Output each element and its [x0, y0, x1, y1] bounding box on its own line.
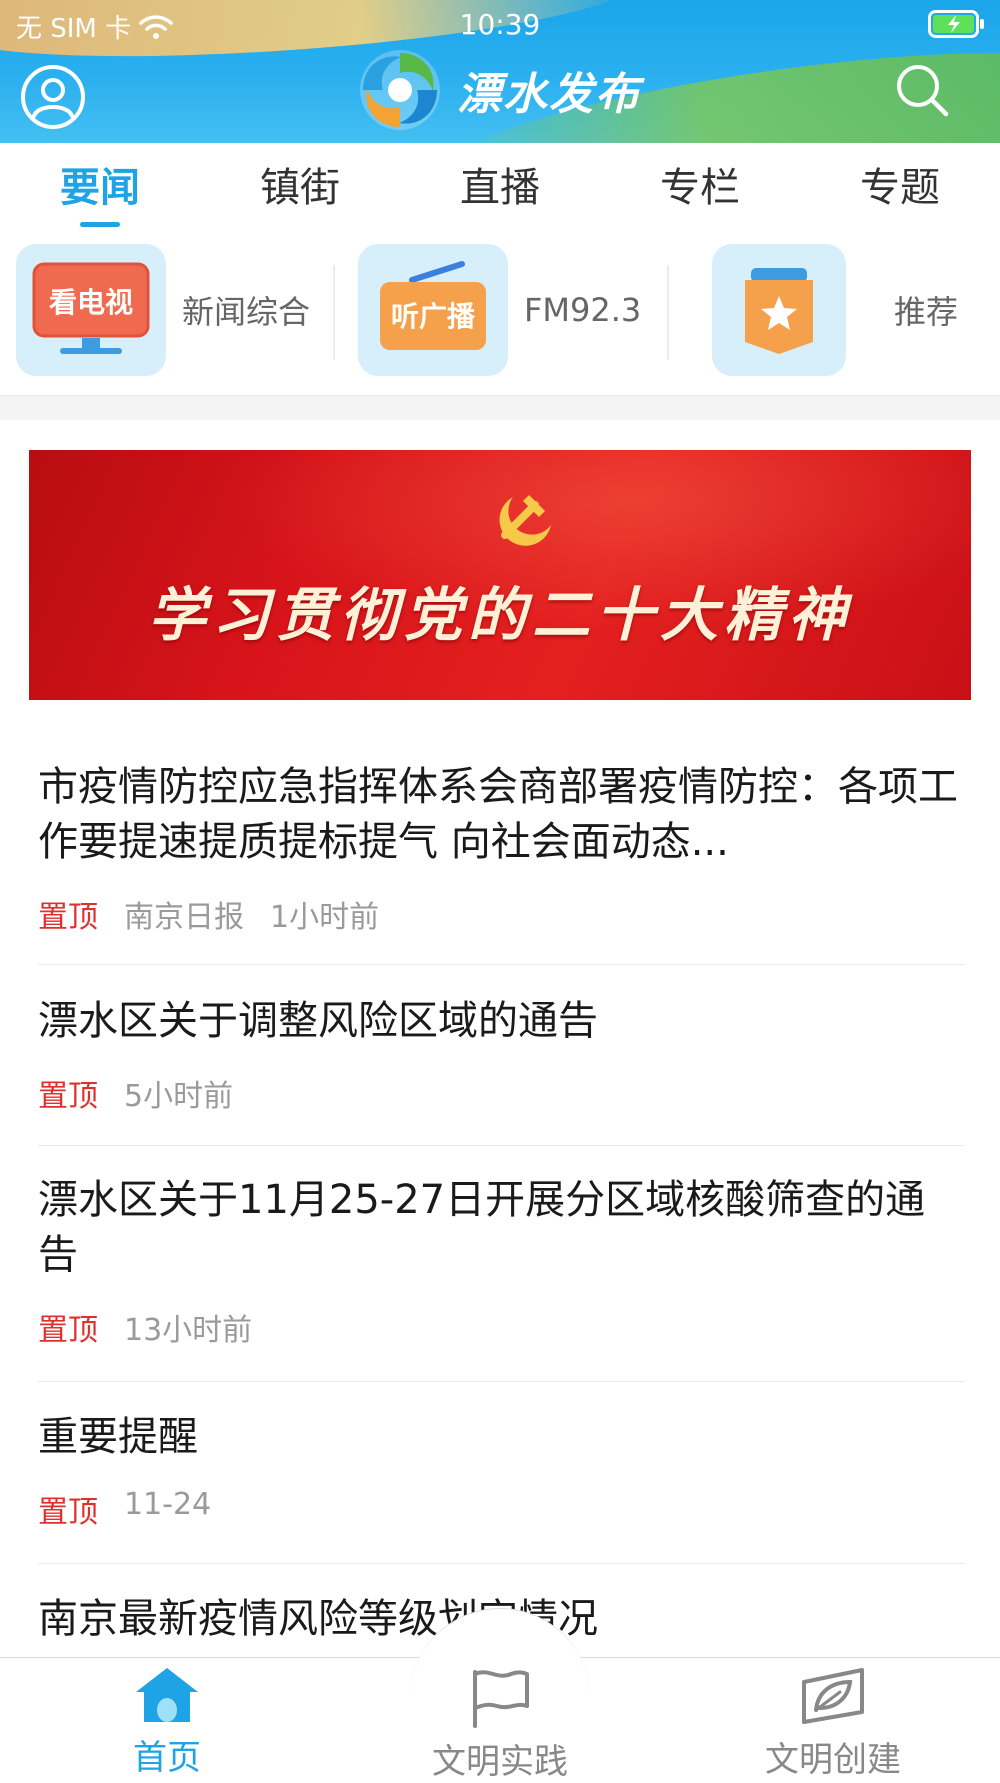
pinned-badge: 置顶	[38, 1313, 98, 1348]
app-logo: 漂水发布	[357, 44, 641, 136]
radio-icon: 听广播	[358, 244, 508, 376]
section-separator	[0, 395, 1000, 420]
app-header: 无 SIM 卡 10:39 漂水发布	[0, 0, 1000, 143]
promo-banner[interactable]: 学习贯彻党的二十大精神	[29, 450, 971, 700]
divider	[667, 265, 669, 360]
news-meta: 置顶 11-24	[38, 1487, 964, 1531]
home-icon	[136, 1668, 198, 1722]
active-tab-indicator	[80, 222, 120, 227]
tab-topics[interactable]: 专题	[800, 143, 1000, 235]
tab-label: 镇街	[260, 165, 340, 211]
channel-label: 推荐	[894, 293, 959, 331]
tab-label: 首页	[133, 1738, 201, 1778]
news-time: 13小时前	[124, 1313, 253, 1348]
news-time: 1小时前	[270, 900, 380, 935]
radio-icon-label: 听广播	[391, 300, 476, 333]
battery-charging-icon	[928, 10, 984, 38]
tab-label: 文明创建	[765, 1740, 901, 1780]
party-emblem-icon	[499, 495, 551, 546]
tv-icon-label: 看电视	[49, 286, 133, 319]
news-title: 漂水区关于调整风险区域的通告	[38, 998, 598, 1044]
channel-tv[interactable]: 看电视 新闻综合	[16, 240, 310, 380]
divider	[38, 964, 964, 965]
tab-label: 专栏	[660, 165, 740, 211]
pinned-badge: 置顶	[38, 900, 98, 935]
channel-label: 新闻综合	[182, 293, 311, 331]
star-bookmark-icon	[712, 244, 846, 376]
banner-title: 学习贯彻党的二十大精神	[147, 581, 852, 649]
news-meta: 置顶 5小时前	[38, 1071, 964, 1115]
channel-label: FM92.3	[524, 291, 642, 329]
tab-label: 直播	[460, 165, 540, 211]
app-title: 漂水发布	[457, 69, 641, 120]
news-time: 5小时前	[124, 1079, 234, 1114]
news-title: 市疫情防控应急指挥体系会商部署疫情防控：各项工作要提速提质提标提气 向社会面动态…	[38, 764, 958, 865]
pinned-badge: 置顶	[38, 1079, 98, 1114]
news-item[interactable]: 市疫情防控应急指挥体系会商部署疫情防控：各项工作要提速提质提标提气 向社会面动态…	[38, 760, 964, 936]
divider	[38, 1563, 964, 1564]
bottom-tab-bar: 首页 文明实践 文明创建	[0, 1608, 1000, 1782]
divider	[38, 1145, 964, 1146]
tab-towns[interactable]: 镇街	[200, 143, 400, 235]
tab-label: 文明实践	[432, 1742, 568, 1782]
tab-live[interactable]: 直播	[400, 143, 600, 235]
news-meta: 置顶 南京日报 1小时前	[38, 892, 964, 936]
tv-icon: 看电视	[16, 244, 166, 376]
logo-icon	[360, 50, 440, 130]
news-title: 漂水区关于11月25-27日开展分区域核酸筛查的通告	[38, 1177, 926, 1278]
avatar-icon[interactable]	[20, 64, 86, 130]
news-meta: 置顶 13小时前	[38, 1305, 964, 1349]
channel-radio[interactable]: 听广播 FM92.3	[358, 240, 641, 380]
status-time: 10:39	[459, 8, 541, 41]
category-tabs: 要闻 镇街 直播 专栏 专题	[0, 143, 1000, 235]
news-title: 重要提醒	[38, 1414, 198, 1460]
channel-recommend[interactable]: 推荐	[712, 240, 958, 380]
tab-label: 要闻	[60, 165, 140, 211]
leaf-box-icon	[802, 1668, 864, 1724]
news-item[interactable]: 漂水区关于调整风险区域的通告 置顶 5小时前	[38, 994, 964, 1115]
tab-civilization-building[interactable]: 文明创建	[723, 1666, 943, 1781]
tab-home[interactable]: 首页	[57, 1666, 277, 1779]
divider	[333, 265, 335, 360]
flag-icon	[473, 1670, 529, 1728]
pinned-badge: 置顶	[38, 1495, 98, 1530]
news-source: 南京日报	[124, 900, 244, 935]
news-item[interactable]: 重要提醒 置顶 11-24	[38, 1410, 964, 1531]
news-time: 11-24	[124, 1487, 212, 1522]
tab-headlines[interactable]: 要闻	[0, 143, 200, 235]
tab-label: 专题	[860, 165, 940, 211]
search-icon[interactable]	[894, 62, 950, 118]
news-item[interactable]: 漂水区关于11月25-27日开展分区域核酸筛查的通告 置顶 13小时前	[38, 1173, 964, 1349]
channel-strip: 看电视 新闻综合 听广播 FM92.3 推荐	[0, 240, 1000, 390]
status-bar: 无 SIM 卡 10:39	[0, 0, 1000, 48]
tab-civilization-practice[interactable]: 文明实践	[390, 1666, 610, 1783]
divider	[38, 1381, 964, 1382]
tab-columns[interactable]: 专栏	[600, 143, 800, 235]
